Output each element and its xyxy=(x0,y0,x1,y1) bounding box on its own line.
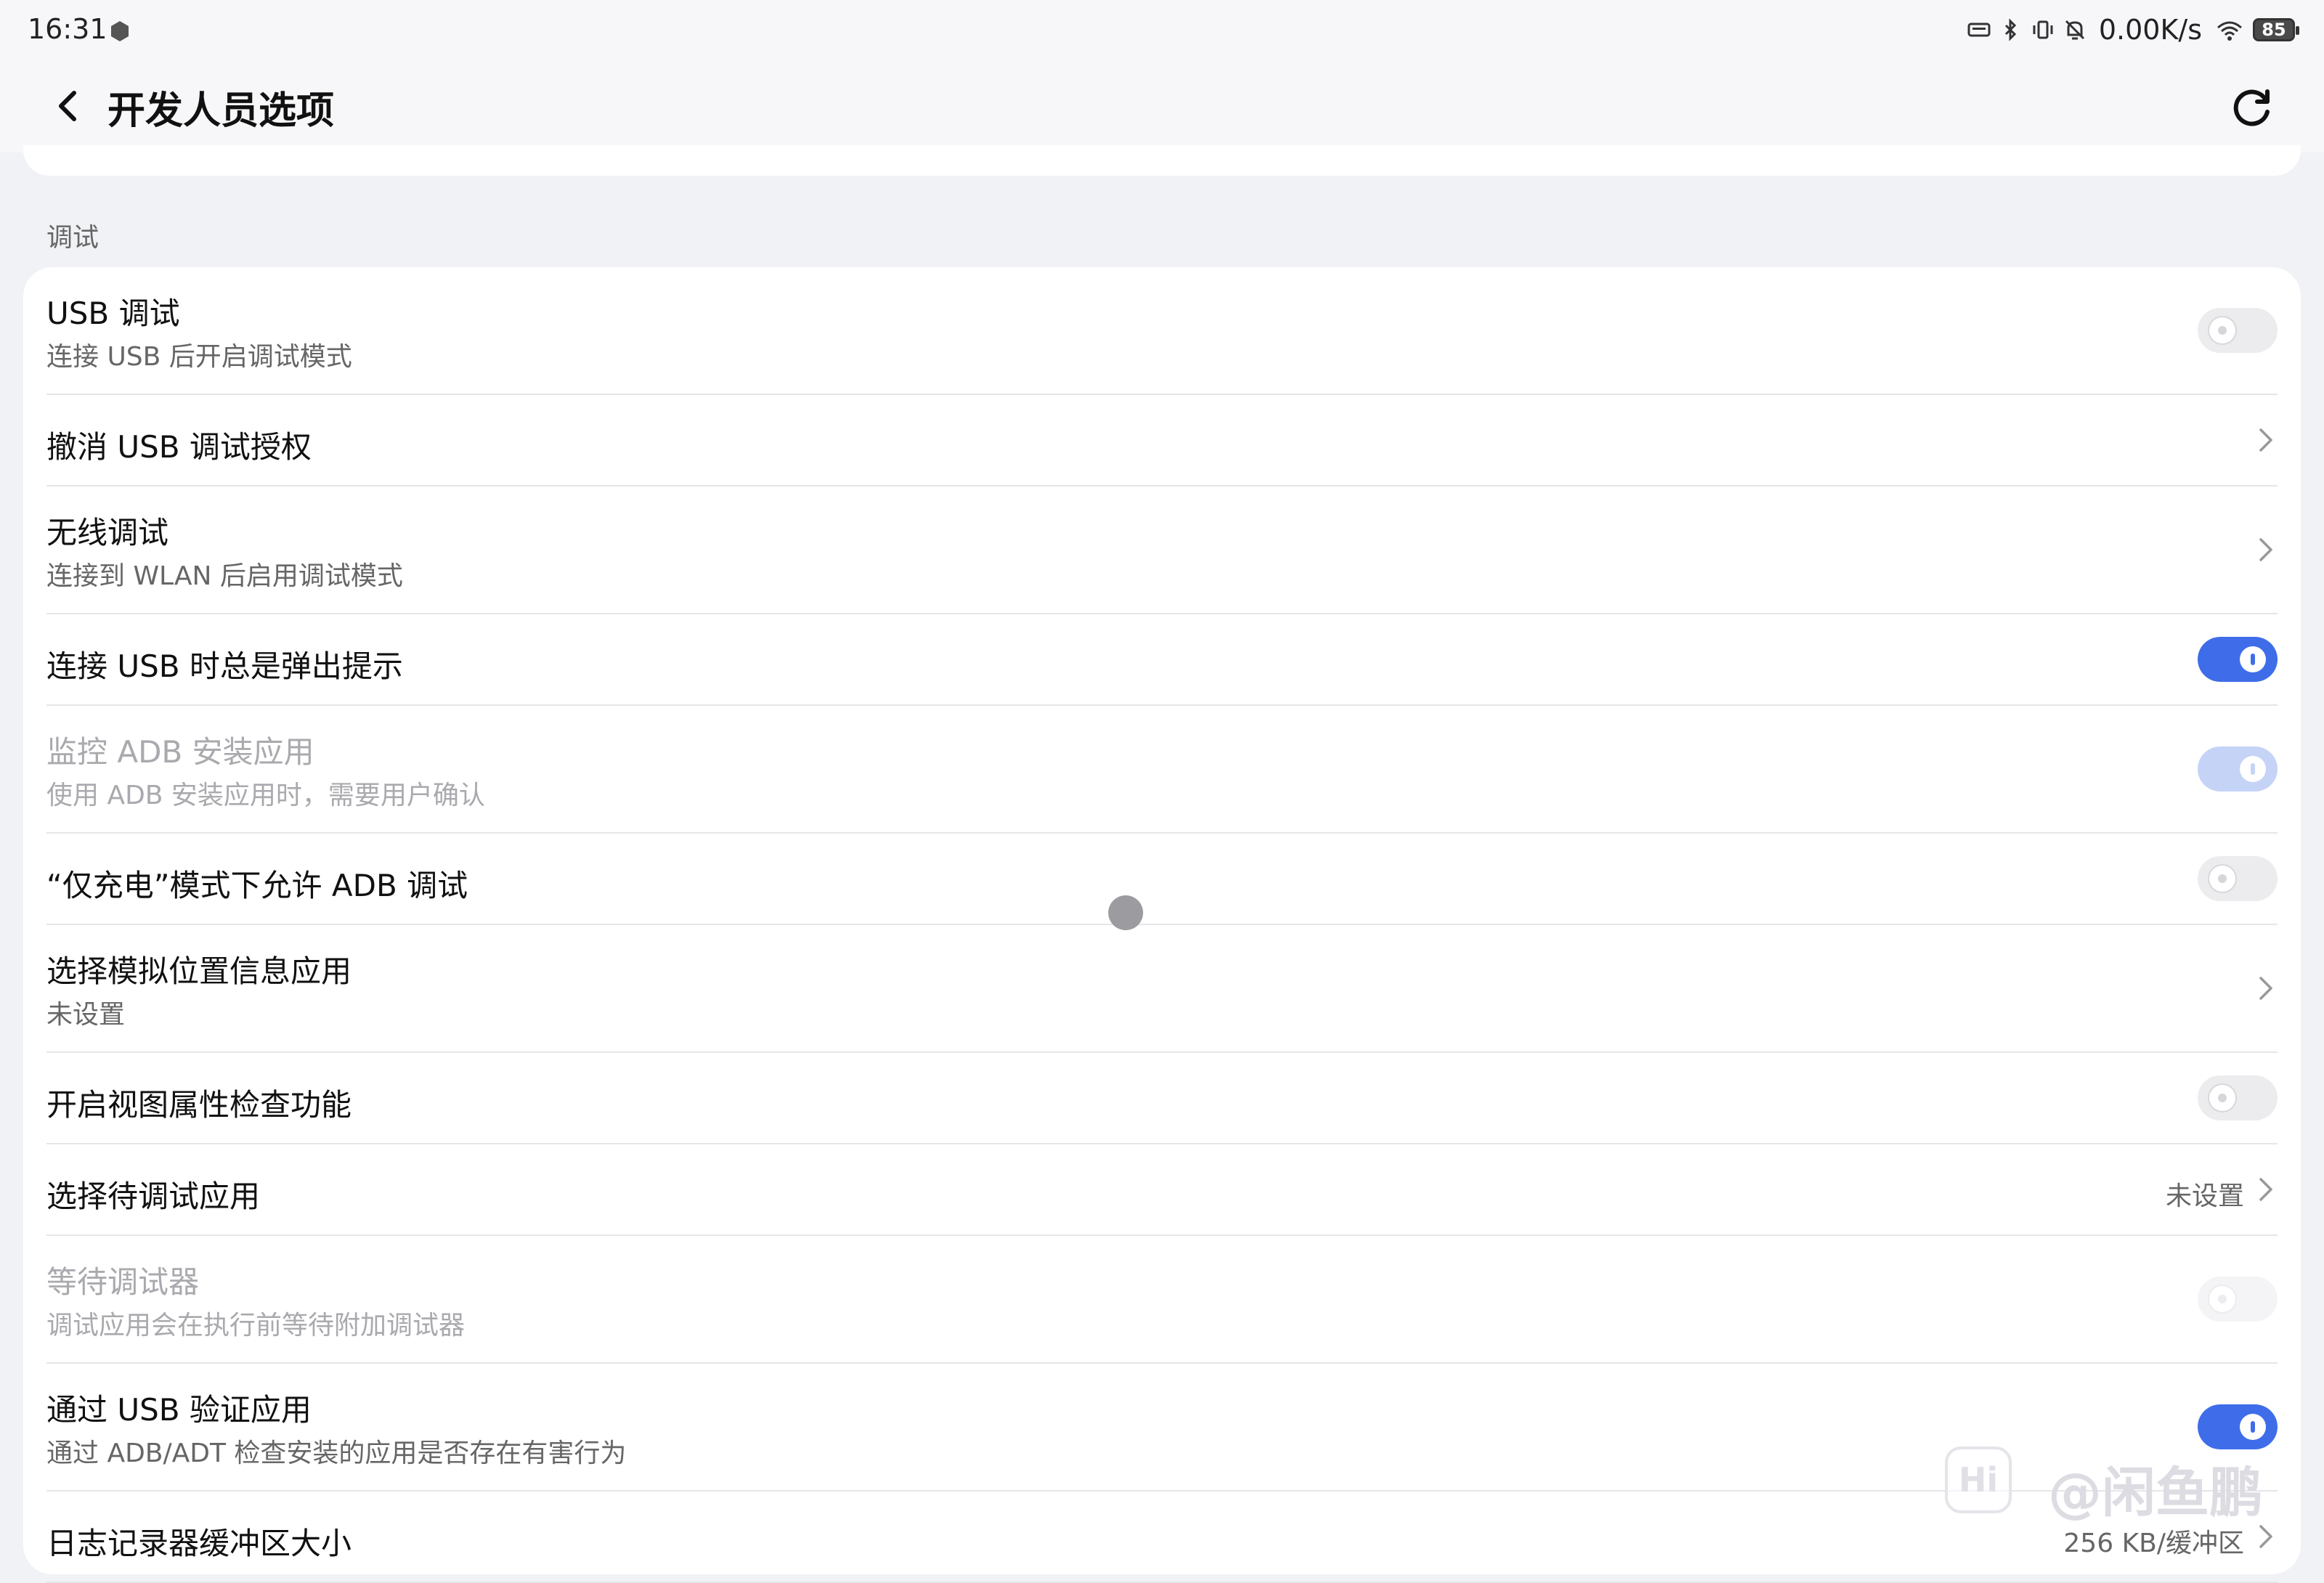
setting-select-debug-app[interactable]: 选择待调试应用 未设置 xyxy=(46,1144,2278,1236)
setting-title: 开启视图属性检查功能 xyxy=(46,1087,352,1123)
setting-subtitle: 未设置 xyxy=(46,1000,126,1030)
setting-title: 等待调试器 xyxy=(46,1264,200,1300)
setting-title: 通过 USB 验证应用 xyxy=(46,1392,312,1428)
setting-value: 256 KB/缓冲区 xyxy=(2063,1529,2244,1558)
setting-usb-debugging[interactable]: USB 调试 连接 USB 后开启调试模式 xyxy=(46,267,2278,395)
monitor-adb-install-toggle xyxy=(2198,746,2278,792)
setting-title: 连接 USB 时总是弹出提示 xyxy=(46,648,403,684)
setting-revoke-usb-auth[interactable]: 撤消 USB 调试授权 xyxy=(46,395,2278,487)
refresh-icon[interactable] xyxy=(2231,84,2275,128)
setting-verify-apps-usb[interactable]: 通过 USB 验证应用 通过 ADB/ADT 检查安装的应用是否存在有害行为 xyxy=(46,1364,2278,1492)
watermark-logo: Hi xyxy=(1945,1446,2012,1513)
usb-debugging-toggle[interactable] xyxy=(2198,308,2278,353)
watermark-text: @闲鱼鹏 xyxy=(2048,1462,2263,1524)
setting-title: 无线调试 xyxy=(46,515,169,550)
usb-connect-prompt-toggle[interactable] xyxy=(2198,637,2278,682)
page-title: 开发人员选项 xyxy=(107,89,335,133)
setting-usb-connect-prompt[interactable]: 连接 USB 时总是弹出提示 xyxy=(46,614,2278,706)
setting-subtitle: 连接 USB 后开启调试模式 xyxy=(46,342,352,372)
setting-charge-only-adb[interactable]: “仅充电”模式下允许 ADB 调试 xyxy=(46,834,2278,925)
status-time: 16:31 xyxy=(28,13,107,45)
setting-title: 选择模拟位置信息应用 xyxy=(46,953,352,989)
setting-mock-location-app[interactable]: 选择模拟位置信息应用 未设置 xyxy=(46,925,2278,1053)
setting-title: 监控 ADB 安装应用 xyxy=(46,734,314,770)
app-header: 开发人员选项 xyxy=(0,61,2324,152)
chevron-right-icon xyxy=(2259,977,2272,1000)
setting-title: USB 调试 xyxy=(46,296,180,331)
touch-indicator xyxy=(1108,895,1143,930)
back-arrow-icon[interactable] xyxy=(46,84,90,128)
setting-title: 选择待调试应用 xyxy=(46,1179,261,1214)
setting-subtitle: 调试应用会在执行前等待附加调试器 xyxy=(46,1311,466,1340)
network-speed: 0.00K/s xyxy=(2098,14,2202,46)
battery-icon: 85 xyxy=(2253,18,2299,41)
wait-for-debugger-toggle xyxy=(2198,1277,2278,1322)
wifi-icon xyxy=(2217,21,2242,41)
keyboard-icon xyxy=(1967,23,1991,37)
setting-logger-buffer-size[interactable]: 日志记录器缓冲区大小 256 KB/缓冲区 xyxy=(46,1492,2278,1583)
vibrate-icon xyxy=(2033,20,2053,39)
chevron-right-icon xyxy=(2259,1178,2272,1201)
setting-monitor-adb-install: 监控 ADB 安装应用 使用 ADB 安装应用时，需要用户确认 xyxy=(46,706,2278,834)
setting-subtitle: 连接到 WLAN 后启用调试模式 xyxy=(46,561,403,591)
battery-level: 85 xyxy=(2262,20,2286,40)
mute-icon xyxy=(2065,20,2084,40)
app-notification-icon xyxy=(111,21,129,41)
setting-value: 未设置 xyxy=(2165,1181,2244,1211)
section-title: 调试 xyxy=(46,223,99,253)
debug-settings-card: USB 调试 连接 USB 后开启调试模式 撤消 USB 调试授权 无线调试 连… xyxy=(23,267,2301,1583)
setting-title: “仅充电”模式下允许 ADB 调试 xyxy=(46,868,468,903)
setting-subtitle: 使用 ADB 安装应用时，需要用户确认 xyxy=(46,781,485,810)
status-icons: 0.00K/s 85 xyxy=(1967,12,2299,48)
setting-wait-for-debugger: 等待调试器 调试应用会在执行前等待附加调试器 xyxy=(46,1236,2278,1364)
setting-title: 日志记录器缓冲区大小 xyxy=(46,1526,352,1561)
charge-only-adb-toggle[interactable] xyxy=(2198,856,2278,901)
setting-wireless-debugging[interactable]: 无线调试 连接到 WLAN 后启用调试模式 xyxy=(46,487,2278,614)
verify-apps-usb-toggle[interactable] xyxy=(2198,1404,2278,1449)
setting-title: 撤消 USB 调试授权 xyxy=(46,429,312,465)
bluetooth-icon xyxy=(2004,18,2016,41)
setting-subtitle: 通过 ADB/ADT 检查安装的应用是否存在有害行为 xyxy=(46,1438,627,1468)
chevron-right-icon xyxy=(2259,428,2272,452)
chevron-right-icon xyxy=(2259,538,2272,561)
watermark-logo-text: Hi xyxy=(1958,1460,1999,1499)
previous-card-edge xyxy=(23,145,2301,176)
status-bar: 16:31 0.00K/s 85 xyxy=(0,0,2324,61)
setting-view-attribute-inspection[interactable]: 开启视图属性检查功能 xyxy=(46,1053,2278,1144)
view-attribute-inspection-toggle[interactable] xyxy=(2198,1075,2278,1120)
